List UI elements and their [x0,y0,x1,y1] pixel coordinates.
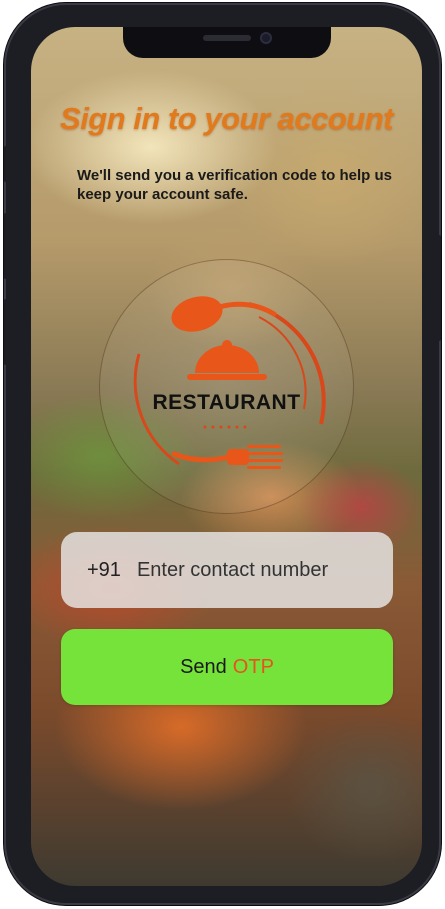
phone-number-field[interactable]: +91 [61,532,393,608]
page-subtitle: We'll send you a verification code to he… [77,167,393,203]
phone-number-input[interactable] [134,557,379,583]
volume-up-button [4,213,10,279]
send-otp-button[interactable]: Send OTP [61,629,393,705]
restaurant-logo: RESTAURANT [99,259,354,514]
page-title: Sign in to your account [60,101,393,136]
logo-dots [203,425,247,429]
otp-label: OTP [232,655,274,678]
send-label: Send [180,655,227,678]
mute-switch [4,146,10,182]
power-button [435,235,441,341]
logo-text: RESTAURANT [152,391,301,414]
camera-icon [260,32,272,44]
spoon-icon [171,296,277,332]
logo-graphic [133,296,326,469]
speaker-grille [203,35,251,41]
country-code[interactable]: +91 [87,559,121,582]
notch [123,27,331,58]
volume-down-button [4,299,10,365]
fork-icon [171,445,283,469]
app-screen: Sign in to your account We'll send you a… [31,27,422,886]
phone-frame: Sign in to your account We'll send you a… [4,3,441,905]
cloche-icon [187,340,267,380]
